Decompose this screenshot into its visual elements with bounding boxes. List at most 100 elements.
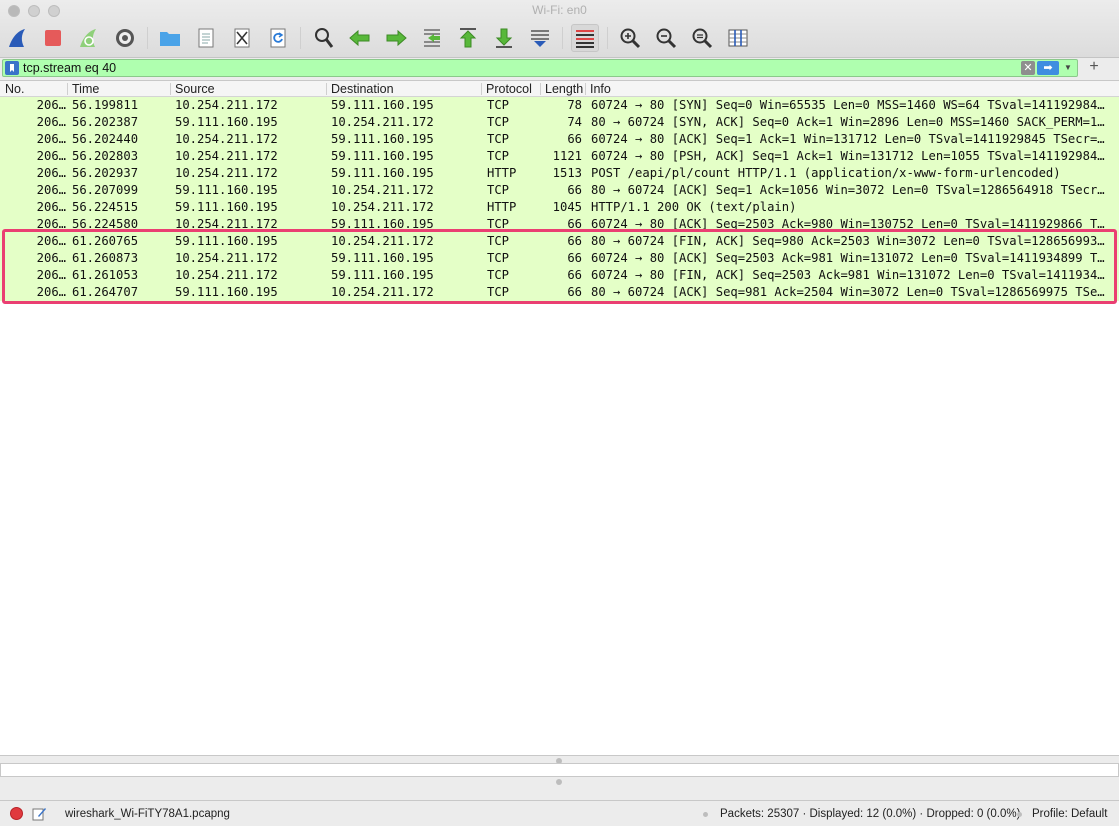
packet-destination: 10.254.211.172 [331, 183, 434, 197]
table-row[interactable]: 206… 61.264707 59.111.160.195 10.254.211… [0, 284, 1119, 301]
add-filter-button-plus-icon[interactable]: + [1086, 58, 1102, 76]
capture-options-button[interactable] [111, 24, 139, 52]
bookmark-icon[interactable] [5, 61, 19, 75]
table-row[interactable]: 206… 61.260765 59.111.160.195 10.254.211… [0, 233, 1119, 250]
splitter-handle[interactable] [556, 779, 562, 785]
packet-protocol: TCP [487, 132, 510, 146]
column-header-info[interactable]: Info [590, 82, 611, 96]
auto-scroll-icon [531, 30, 549, 47]
display-filter-input[interactable]: tcp.stream eq 40 ✕ ➡ ▼ [2, 59, 1078, 77]
zoom-out-button[interactable] [652, 24, 680, 52]
stop-icon [45, 30, 61, 46]
go-forward-button[interactable] [382, 24, 410, 52]
reload-file-button[interactable] [264, 24, 292, 52]
packet-source: 10.254.211.172 [175, 251, 278, 265]
table-row[interactable]: 206… 56.202937 10.254.211.172 59.111.160… [0, 165, 1119, 182]
start-capture-button[interactable] [4, 24, 32, 52]
packet-length: 74 [567, 115, 582, 129]
packet-source: 10.254.211.172 [175, 268, 278, 282]
table-row[interactable]: 206… 56.202440 10.254.211.172 59.111.160… [0, 131, 1119, 148]
resize-columns-button[interactable] [724, 24, 752, 52]
packet-source: 10.254.211.172 [175, 132, 278, 146]
packet-length: 1513 [552, 166, 582, 180]
main-toolbar [0, 22, 1119, 54]
find-packet-button[interactable] [310, 24, 338, 52]
packet-info: HTTP/1.1 200 OK (text/plain) [591, 200, 797, 214]
stop-capture-button[interactable] [39, 24, 67, 52]
packet-source: 59.111.160.195 [175, 234, 278, 248]
column-header-time[interactable]: Time [72, 82, 99, 96]
packet-source: 59.111.160.195 [175, 200, 278, 214]
display-filter-text[interactable]: tcp.stream eq 40 [23, 61, 116, 75]
close-document-icon [234, 28, 250, 48]
open-file-button[interactable] [156, 24, 184, 52]
packet-no: 206… [36, 149, 66, 163]
packet-time: 61.260873 [72, 251, 139, 265]
table-row[interactable]: 206… 56.207099 59.111.160.195 10.254.211… [0, 182, 1119, 199]
packet-info: 60724 → 80 [ACK] Seq=1 Ack=1 Win=131712 … [591, 132, 1105, 146]
save-file-button[interactable] [192, 24, 220, 52]
normal-size-button[interactable] [688, 24, 716, 52]
packet-info: 60724 → 80 [ACK] Seq=2503 Ack=980 Win=13… [591, 217, 1105, 231]
document-icon [198, 28, 214, 48]
zoom-in-button[interactable] [616, 24, 644, 52]
packet-length: 66 [567, 183, 582, 197]
expert-info-icon[interactable] [10, 807, 23, 820]
last-packet-button[interactable] [490, 24, 518, 52]
column-header-source[interactable]: Source [175, 82, 215, 96]
auto-scroll-button[interactable] [526, 24, 554, 52]
resize-columns-icon [728, 29, 748, 47]
table-row[interactable]: 206… 56.224515 59.111.160.195 10.254.211… [0, 199, 1119, 216]
packet-list[interactable]: No. Time Source Destination Protocol Len… [0, 80, 1119, 756]
table-row[interactable]: 206… 56.202387 59.111.160.195 10.254.211… [0, 114, 1119, 131]
table-row[interactable]: 206… 56.224580 10.254.211.172 59.111.160… [0, 216, 1119, 233]
packet-destination: 59.111.160.195 [331, 166, 434, 180]
packet-source: 10.254.211.172 [175, 217, 278, 231]
packet-info: 80 → 60724 [FIN, ACK] Seq=980 Ack=2503 W… [591, 234, 1105, 248]
column-header-no[interactable]: No. [5, 82, 24, 96]
packet-time: 56.207099 [72, 183, 139, 197]
window-title: Wi-Fi: en0 [532, 3, 587, 17]
packet-info: 60724 → 80 [SYN] Seq=0 Win=65535 Len=0 M… [591, 98, 1105, 112]
packet-protocol: TCP [487, 285, 510, 299]
packet-destination: 10.254.211.172 [331, 234, 434, 248]
status-bar: wireshark_Wi-FiTY78A1.pcapng Packets: 25… [0, 800, 1119, 826]
filter-history-chevron-down-icon[interactable]: ▼ [1061, 61, 1075, 75]
restart-capture-button[interactable] [75, 24, 103, 52]
jump-to-icon [424, 29, 440, 47]
go-to-packet-button[interactable] [418, 24, 446, 52]
column-header-protocol[interactable]: Protocol [486, 82, 532, 96]
capture-comment-icon[interactable] [32, 806, 47, 821]
packet-details-pane[interactable] [0, 763, 1119, 777]
gear-icon [116, 29, 134, 47]
packet-protocol: TCP [487, 115, 510, 129]
packet-no: 206… [36, 132, 66, 146]
packet-length: 66 [567, 268, 582, 282]
packet-time: 56.202440 [72, 132, 139, 146]
profile-label[interactable]: Profile: Default [1032, 808, 1107, 820]
apply-filter-arrow-icon[interactable]: ➡ [1037, 61, 1059, 75]
packet-info: 80 → 60724 [ACK] Seq=981 Ack=2504 Win=30… [591, 285, 1105, 299]
table-row[interactable]: 206… 61.261053 10.254.211.172 59.111.160… [0, 267, 1119, 284]
zoom-reset-icon [692, 28, 713, 49]
packet-destination: 59.111.160.195 [331, 251, 434, 265]
packet-length: 66 [567, 217, 582, 231]
packet-time: 56.224580 [72, 217, 139, 231]
packet-protocol: TCP [487, 183, 510, 197]
table-row[interactable]: 206… 56.199811 10.254.211.172 59.111.160… [0, 97, 1119, 114]
packet-no: 206… [36, 285, 66, 299]
packet-info: 60724 → 80 [PSH, ACK] Seq=1 Ack=1 Win=13… [591, 149, 1105, 163]
table-row[interactable]: 206… 56.202803 10.254.211.172 59.111.160… [0, 148, 1119, 165]
arrow-bottom-icon [495, 28, 513, 48]
column-header-length[interactable]: Length [545, 82, 583, 96]
close-file-button[interactable] [228, 24, 256, 52]
table-row[interactable]: 206… 61.260873 10.254.211.172 59.111.160… [0, 250, 1119, 267]
colorize-button[interactable] [571, 24, 599, 52]
first-packet-button[interactable] [454, 24, 482, 52]
packet-info: 80 → 60724 [ACK] Seq=1 Ack=1056 Win=3072… [591, 183, 1105, 197]
zoom-in-icon [620, 28, 641, 49]
column-header-destination[interactable]: Destination [331, 82, 394, 96]
packet-length: 1121 [552, 149, 582, 163]
clear-filter-icon[interactable]: ✕ [1021, 61, 1035, 75]
go-back-button[interactable] [346, 24, 374, 52]
